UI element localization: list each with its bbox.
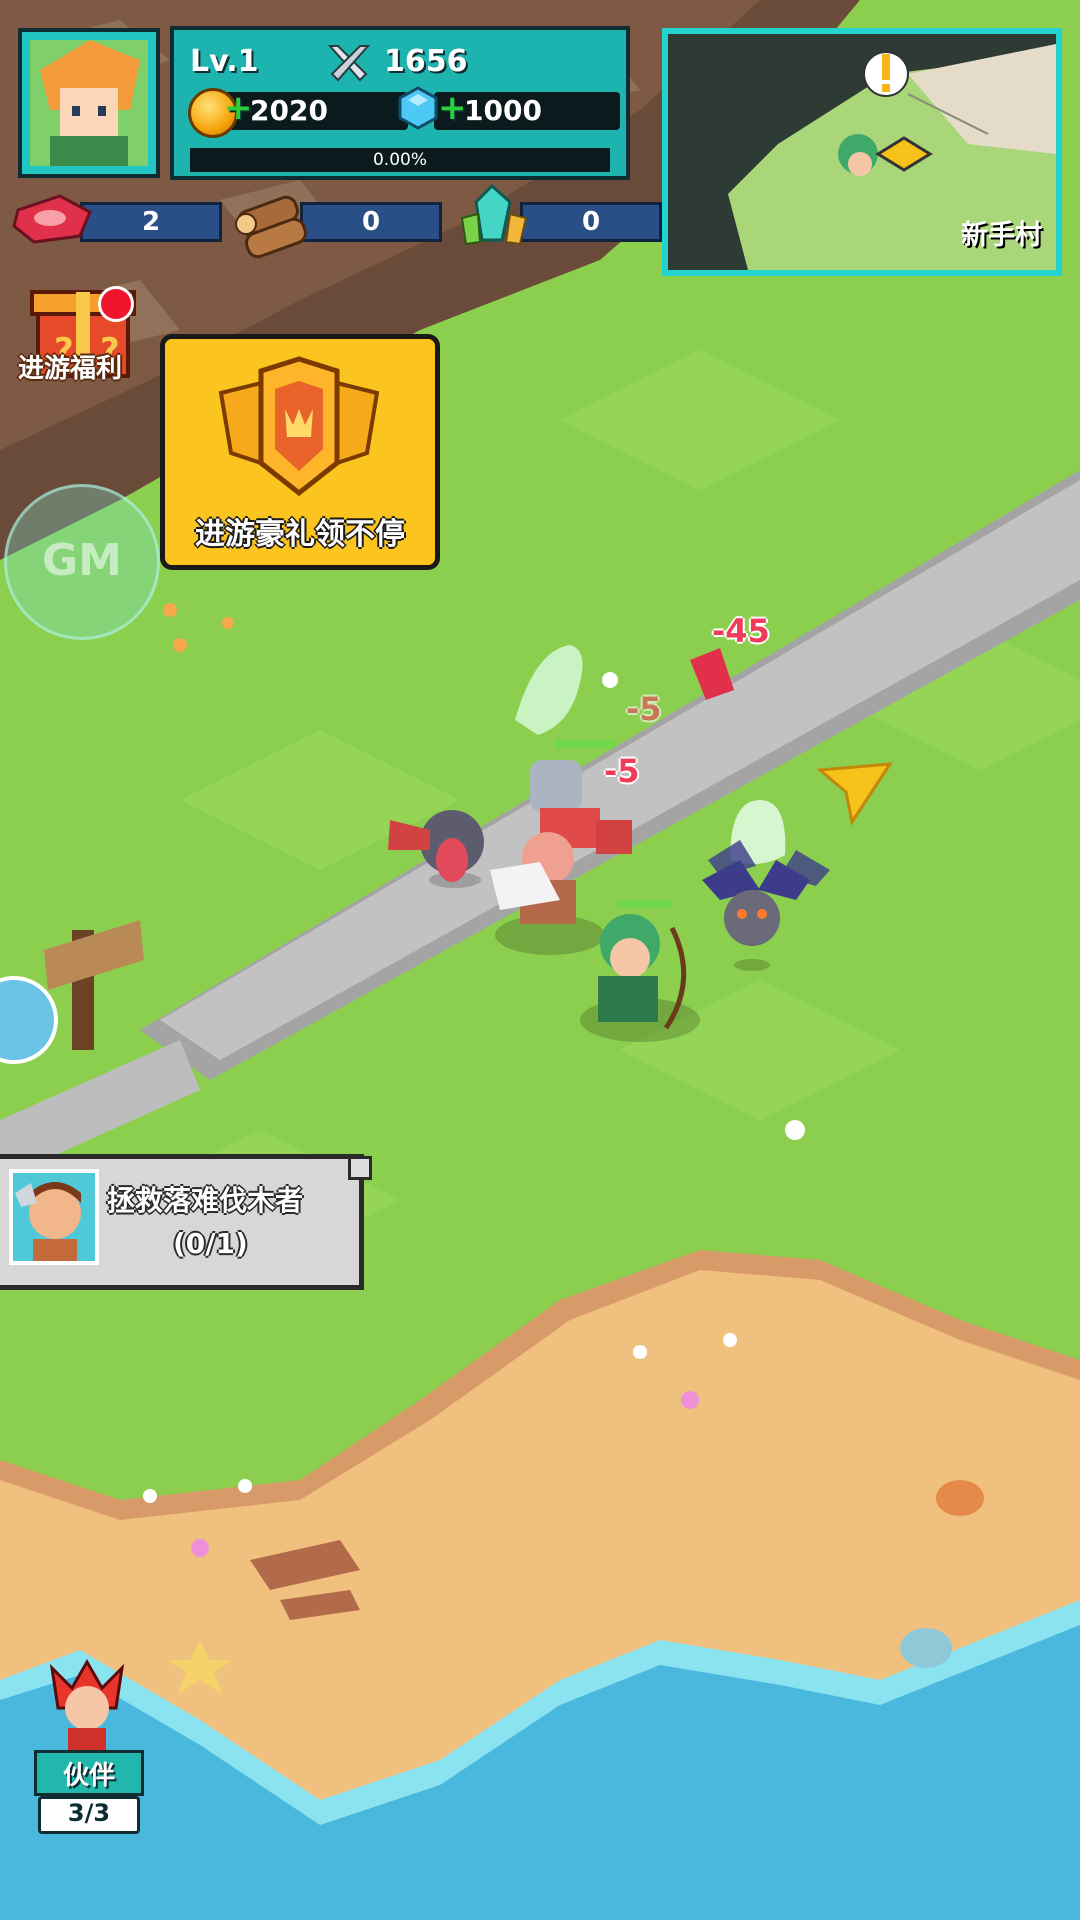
partner-count-box: 3/3 [38, 1796, 140, 1834]
damage-number: -5 [604, 752, 640, 790]
game-world[interactable]: -45 -5 -5 [0, 0, 1080, 1920]
wood-count: 0 [361, 207, 381, 237]
player-level: Lv.1 [190, 44, 259, 79]
gold-value: 2020 [250, 94, 328, 127]
exp-percent: 0.00% [372, 150, 427, 170]
partner-label: 伙伴 [62, 1761, 115, 1791]
add-gold-button[interactable]: + [224, 88, 253, 128]
lumberjack-face-icon [15, 1182, 81, 1261]
crystal-count: 0 [581, 207, 601, 237]
meat-count: 2 [141, 207, 161, 237]
minimap[interactable]: 新手村 [662, 28, 1062, 276]
avatar-portrait [30, 40, 148, 166]
partner-character-icon [49, 1658, 125, 1758]
partner-button[interactable]: 伙伴 3/3 [28, 1658, 148, 1834]
wood-log-icon [235, 195, 307, 259]
gm-label: GM [42, 535, 122, 586]
combat-power-value: 1656 [384, 44, 468, 79]
quest-tracker[interactable]: 拯救落难伐木者 (0/1) [0, 1154, 364, 1290]
meat-drop-icon [690, 648, 734, 700]
player-stats-panel: Lv.1 1656 2020 + 1000 + 0.00% [170, 26, 630, 180]
damage-number: -45 [712, 612, 770, 650]
meat-icon [12, 194, 92, 244]
diamond-gem-icon [398, 86, 438, 130]
partner-label-box: 伙伴 [34, 1750, 144, 1796]
partner-count: 3/3 [67, 1799, 111, 1827]
gift-label: 进游福利 [18, 354, 123, 384]
quest-title: 拯救落难伐木者 [107, 1184, 304, 1217]
add-diamond-button[interactable]: + [438, 88, 467, 128]
trophy-emblem-icon [218, 356, 380, 497]
quest-progress: (0/1) [173, 1227, 248, 1260]
promo-text: 进游豪礼领不停 [195, 517, 405, 552]
quest-collapse-button[interactable] [348, 1156, 372, 1180]
diamond-value: 1000 [464, 94, 542, 127]
ghost-effect [515, 645, 583, 735]
crystal-icon [460, 184, 528, 246]
gm-button[interactable]: GM [4, 484, 160, 640]
meat-resource-bar: 2 [80, 202, 222, 242]
exp-bar: 0.00% [190, 148, 610, 172]
promo-bubble[interactable]: 进游豪礼领不停 [160, 334, 440, 570]
crystal-resource-bar: 0 [520, 202, 662, 242]
notification-dot [98, 286, 134, 322]
combat-scene [388, 645, 830, 1042]
crossed-swords-icon [327, 45, 371, 82]
dwarf-ally [490, 832, 576, 924]
player-avatar[interactable] [18, 28, 160, 178]
damage-number: -5 [626, 690, 662, 728]
enemy-beast [388, 810, 484, 882]
lumberjack-portrait [9, 1169, 99, 1265]
location-name: 新手村 [961, 220, 1042, 251]
wood-resource-bar: 0 [300, 202, 442, 242]
